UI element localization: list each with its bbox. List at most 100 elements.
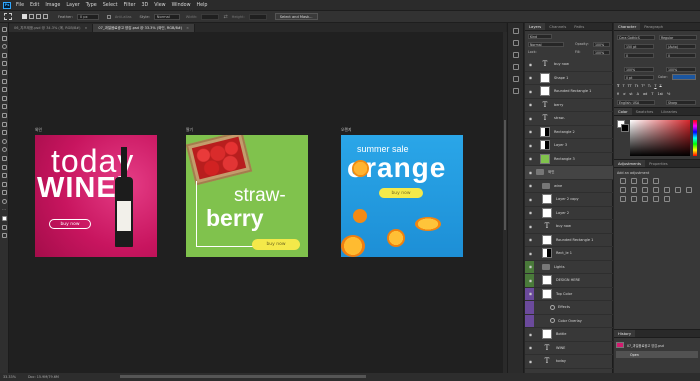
eye-icon[interactable]: ◉ [527,331,534,338]
lasso-tool-icon[interactable] [1,44,7,50]
layer-row[interactable]: ◉ Bottle [525,328,613,342]
tab-swatches[interactable]: Swatches [632,108,658,115]
gradient-tool-icon[interactable] [1,130,7,136]
canvas-horizontal-scroll-thumb[interactable] [120,375,366,378]
eye-icon[interactable]: ◉ [527,128,534,135]
blur-tool-icon[interactable] [1,138,7,144]
info-panel-icon[interactable] [512,40,519,46]
select-and-mask-button[interactable]: Select and Mask... [274,13,318,20]
eye-icon[interactable]: ◉ [527,61,534,68]
kerning-input[interactable]: 0 [624,53,654,58]
artboard-strawberry[interactable]: straw- berry buy now [186,135,308,257]
width-input[interactable] [201,13,220,20]
layer-row[interactable]: ◉ Tbuy now [525,58,613,72]
eye-icon[interactable]: ◉ [527,169,534,176]
black-white-icon[interactable] [653,187,659,193]
more-tools-icon[interactable]: ··· [2,207,7,212]
color-lookup-icon[interactable] [686,187,692,193]
eye-icon[interactable]: ◉ [527,74,534,81]
close-icon[interactable]: × [84,26,87,30]
blend-mode-select[interactable]: Normal [528,42,564,47]
healing-brush-tool-icon[interactable] [1,87,7,93]
menu-file[interactable]: File [16,3,24,8]
eye-icon[interactable] [527,304,534,311]
height-input[interactable] [248,13,267,20]
eye-icon[interactable]: ◉ [527,155,534,162]
font-family-select[interactable]: Cera GothicS [617,35,655,40]
antialias-checkbox[interactable] [106,14,111,19]
artboard-orange[interactable]: summer sale orange buy now [341,135,463,257]
vibrance-icon[interactable] [620,187,626,193]
tab-history[interactable]: History [614,330,636,337]
eye-icon[interactable]: ◉ [527,250,534,257]
tab-paths[interactable]: Paths [570,23,588,30]
path-selection-tool-icon[interactable] [1,173,7,179]
canvas-vertical-scroll-thumb[interactable] [504,120,506,230]
layer-row[interactable]: ◉ Tbuy now [525,220,613,234]
antialias-select[interactable]: Sharp [666,100,696,105]
menu-type[interactable]: Type [86,3,97,8]
menu-help[interactable]: Help [197,3,208,8]
tab-properties[interactable]: Properties [645,160,672,167]
baseline-shift-input[interactable]: 0 pt [624,75,654,80]
gradient-map-icon[interactable] [653,196,659,202]
layer-row[interactable]: ◉ T WINE [525,342,613,355]
tab-adjustments[interactable]: Adjustments [614,160,646,167]
eye-icon[interactable]: ◉ [527,209,534,216]
menu-3d[interactable]: 3D [141,3,148,8]
layer-row[interactable]: ◉ Layer 3 [525,139,613,153]
eye-icon[interactable]: ◉ [527,142,534,149]
layer-row[interactable]: ◉ 와인 [525,166,613,180]
history-item-open[interactable]: Open [616,351,698,358]
layer-row[interactable]: ◉ Tberry [525,99,613,112]
tab-document-cheese[interactable]: 06_치즈제품.psd @ 34.3% (메, RGB/8#) × [9,24,94,32]
tab-color[interactable]: Color [614,108,632,115]
style-select[interactable]: Normal [153,13,180,20]
menu-view[interactable]: View [154,3,165,8]
eyedropper-tool-icon[interactable] [1,78,7,84]
tab-channels[interactable]: Channels [545,23,570,30]
leading-input[interactable]: (Auto) [666,44,696,49]
layer-row[interactable]: ◉ Rectangle 3 [525,153,613,166]
tab-libraries[interactable]: Libraries [657,108,681,115]
brush-panel-icon[interactable] [512,64,519,70]
layer-row[interactable]: ◉ Tstraw- [525,112,613,126]
buy-now-button[interactable]: buy now [379,188,423,198]
channel-mixer-icon[interactable] [675,187,681,193]
buy-now-button[interactable]: buy now [49,219,91,229]
frame-tool-icon[interactable] [1,69,7,75]
menu-select[interactable]: Select [103,3,118,8]
history-snapshot[interactable]: 07_과일음료광고 양감.psd [616,341,698,349]
text-style-buttons[interactable]: T T TT Tt T¹ T₁ T T [617,84,697,90]
color-balance-icon[interactable] [642,187,648,193]
text-color-swatch[interactable] [672,74,696,80]
quick-select-tool-icon[interactable] [1,52,7,58]
history-panel-icon[interactable] [512,28,519,34]
artboard-label-orange[interactable]: 오렌지 [341,127,351,133]
curves-icon[interactable] [642,178,648,184]
history-brush-tool-icon[interactable] [1,112,7,118]
brush-tool-icon[interactable] [1,95,7,101]
fill-input[interactable]: 100% [593,50,610,55]
tab-paragraph[interactable]: Paragraph [640,23,667,30]
tab-character[interactable]: Character [614,23,641,30]
eye-icon[interactable]: ◉ [527,182,534,189]
eye-icon[interactable]: ◉ [527,290,534,297]
eye-icon[interactable]: ◉ [527,196,534,203]
layer-row[interactable]: ◉ wine [525,180,613,193]
layer-row[interactable]: ◉ Top Color [525,287,613,301]
zoom-tool-icon[interactable] [1,198,7,204]
threshold-icon[interactable] [642,196,648,202]
hue-slider[interactable] [693,120,697,156]
layer-row[interactable]: ◉ DESIGN HERE [525,274,613,288]
swap-icon[interactable]: ⇄ [223,14,227,20]
exposure-icon[interactable] [653,178,659,184]
eye-icon[interactable]: ◉ [527,88,534,95]
photoshop-logo[interactable]: Ps [3,1,11,9]
layer-filter-kind-select[interactable]: Kind [528,34,552,39]
layer-row[interactable]: ◉ Shape 1 [525,72,613,85]
canvas-area[interactable]: 와인 today WINE buy now 딸기 straw- berry bu… [9,32,506,373]
layer-row[interactable]: ◉ Ttoday [525,355,613,369]
quick-mask-icon[interactable] [1,224,7,230]
layer-row[interactable]: ◉ Lights [525,260,613,274]
